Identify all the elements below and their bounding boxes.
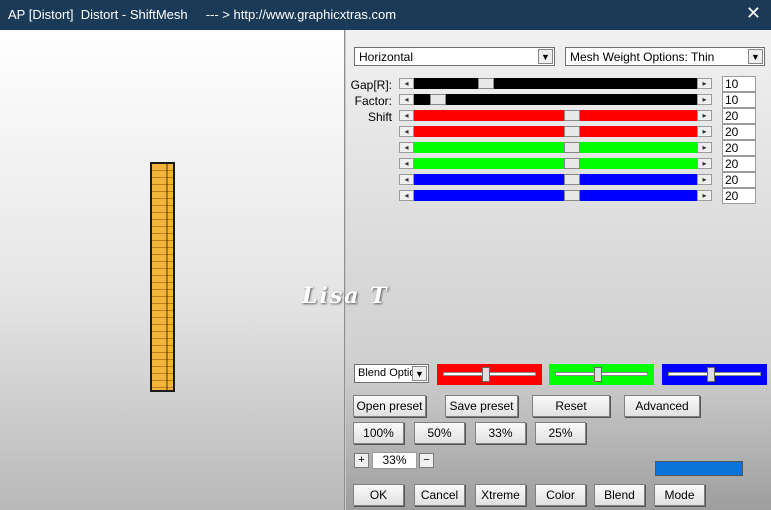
- slider-thumb[interactable]: [564, 174, 580, 185]
- slider-thumb[interactable]: [564, 142, 580, 153]
- factor-label: Factor:: [354, 94, 392, 108]
- slider-track[interactable]: [414, 94, 697, 105]
- zoom-33-button[interactable]: 33%: [475, 422, 526, 444]
- blend-button[interactable]: Blend: [594, 484, 645, 506]
- cancel-button[interactable]: Cancel: [414, 484, 465, 506]
- slider-track[interactable]: [414, 126, 697, 137]
- zoom-in-button[interactable]: +: [354, 453, 369, 468]
- save-preset-button[interactable]: Save preset: [445, 395, 518, 417]
- mode-button[interactable]: Mode: [654, 484, 705, 506]
- blend-options-dropdown[interactable]: Blend Optio ▼: [354, 364, 429, 383]
- slider-thumb[interactable]: [430, 94, 446, 105]
- slider-thumb[interactable]: [478, 78, 494, 89]
- slider-right-arrow[interactable]: ▸: [697, 142, 712, 153]
- zoom-50-button[interactable]: 50%: [414, 422, 465, 444]
- slider-track[interactable]: [414, 174, 697, 185]
- watermark-text: Lisa T: [302, 283, 389, 309]
- title-bar: AP [Distort] Distort - ShiftMesh --- > h…: [0, 0, 771, 30]
- chevron-down-icon: ▼: [748, 49, 763, 64]
- controls-panel: Horizontal ▼ Mesh Weight Options: Thin ▼…: [346, 30, 771, 510]
- slider-thumb[interactable]: [564, 158, 580, 169]
- color-slider-knob[interactable]: [707, 367, 715, 382]
- zoom-out-button[interactable]: −: [419, 453, 434, 468]
- blend-options-value: Blend Optio: [358, 367, 416, 379]
- slider-left-arrow[interactable]: ◂: [399, 78, 414, 89]
- xtreme-button[interactable]: Xtreme: [475, 484, 526, 506]
- zoom-100-button[interactable]: 100%: [353, 422, 404, 444]
- slider-right-arrow[interactable]: ▸: [697, 126, 712, 137]
- color-slider[interactable]: [437, 364, 542, 385]
- slider-value[interactable]: 20: [722, 124, 756, 140]
- slider-right-arrow[interactable]: ▸: [697, 158, 712, 169]
- slider-left-arrow[interactable]: ◂: [399, 174, 414, 185]
- color-slider-knob[interactable]: [594, 367, 602, 382]
- slider-thumb[interactable]: [564, 110, 580, 121]
- slider-value[interactable]: 10: [722, 76, 756, 92]
- gap-label: Gap[R]:: [350, 78, 392, 92]
- slider-value[interactable]: 20: [722, 108, 756, 124]
- slider-value[interactable]: 20: [722, 172, 756, 188]
- zoom-25-button[interactable]: 25%: [535, 422, 586, 444]
- direction-dropdown[interactable]: Horizontal ▼: [354, 47, 555, 66]
- slider-track[interactable]: [414, 190, 697, 201]
- slider-track[interactable]: [414, 78, 697, 89]
- close-icon[interactable]: ✕: [746, 3, 761, 24]
- slider-left-arrow[interactable]: ◂: [399, 94, 414, 105]
- preview-pane: [0, 30, 345, 510]
- color-slider[interactable]: [549, 364, 654, 385]
- color-swatch[interactable]: [655, 461, 743, 476]
- slider-thumb[interactable]: [564, 126, 580, 137]
- ok-button[interactable]: OK: [353, 484, 404, 506]
- mesh-weight-dropdown[interactable]: Mesh Weight Options: Thin ▼: [565, 47, 765, 66]
- chevron-down-icon: ▼: [538, 49, 553, 64]
- chevron-down-icon: ▼: [412, 366, 427, 381]
- mesh-weight-dropdown-value: Mesh Weight Options: Thin: [570, 50, 715, 64]
- slider-left-arrow[interactable]: ◂: [399, 110, 414, 121]
- color-button[interactable]: Color: [535, 484, 586, 506]
- slider-right-arrow[interactable]: ▸: [697, 110, 712, 121]
- slider-right-arrow[interactable]: ▸: [697, 190, 712, 201]
- color-slider[interactable]: [662, 364, 767, 385]
- slider-right-arrow[interactable]: ▸: [697, 174, 712, 185]
- open-preset-button[interactable]: Open preset: [353, 395, 426, 417]
- slider-track[interactable]: [414, 110, 697, 121]
- reset-button[interactable]: Reset: [532, 395, 610, 417]
- slider-value[interactable]: 10: [722, 92, 756, 108]
- color-slider-knob[interactable]: [482, 367, 490, 382]
- zoom-value: 33%: [372, 452, 417, 469]
- slider-thumb[interactable]: [564, 190, 580, 201]
- slider-value[interactable]: 20: [722, 140, 756, 156]
- slider-right-arrow[interactable]: ▸: [697, 78, 712, 89]
- shift-label: Shift: [367, 110, 392, 124]
- preview-mesh-image: [150, 162, 175, 392]
- slider-value[interactable]: 20: [722, 188, 756, 204]
- slider-left-arrow[interactable]: ◂: [399, 190, 414, 201]
- slider-value[interactable]: 20: [722, 156, 756, 172]
- advanced-button[interactable]: Advanced: [624, 395, 700, 417]
- direction-dropdown-value: Horizontal: [359, 50, 414, 64]
- slider-left-arrow[interactable]: ◂: [399, 158, 414, 169]
- slider-right-arrow[interactable]: ▸: [697, 94, 712, 105]
- slider-track[interactable]: [414, 142, 697, 153]
- slider-track[interactable]: [414, 158, 697, 169]
- slider-left-arrow[interactable]: ◂: [399, 126, 414, 137]
- window-title: AP [Distort] Distort - ShiftMesh --- > h…: [8, 7, 397, 22]
- slider-left-arrow[interactable]: ◂: [399, 142, 414, 153]
